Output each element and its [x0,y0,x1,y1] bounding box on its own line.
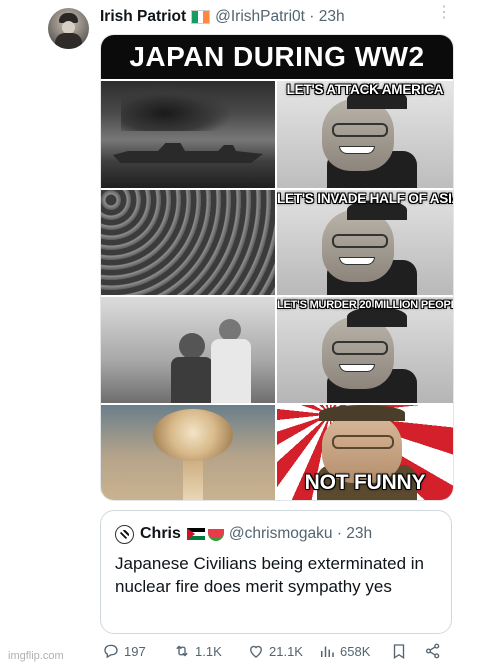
reply-button[interactable]: 197 [102,642,146,660]
like-button[interactable]: 21.1K [247,642,303,660]
smile-shape [339,257,375,265]
execution-panel [101,297,275,403]
soldiers-panel [101,190,275,295]
irish-flag-icon [191,10,211,24]
repost-count: 1.1K [195,643,222,659]
meme-title: JAPAN DURING WW2 [101,35,453,79]
tweet-actions: 197 1.1K 21.1K 658K [100,642,452,664]
emperor-panel-1: LET'S ATTACK AMERICA [277,81,453,188]
quoted-tweet-header: Chris @chrismogaku · 23h [140,522,372,546]
palestine-flag-icon [186,528,205,540]
views-button[interactable]: 658K [318,642,370,660]
bookmark-button[interactable] [390,642,412,660]
figure-head-2 [219,319,241,341]
repost-button[interactable]: 1.1K [173,642,222,660]
heart-icon [250,645,262,658]
meme-image[interactable]: JAPAN DURING WW2 LET'S ATTACK AMERICA LE… [100,34,454,501]
quoted-tweet[interactable]: Chris @chrismogaku · 23h Japanese Civili… [100,510,452,634]
caption-invade-asia: LET'S INVADE HALF OF ASIA [277,191,453,206]
quoted-author-name[interactable]: Chris [140,525,181,543]
figure-body-2 [211,339,251,403]
caption-attack-america: LET'S ATTACK AMERICA [286,82,444,97]
mushroom-cloud-panel [101,405,275,500]
figure-body [171,357,213,403]
avatar-coat [55,33,82,49]
smile-shape [339,364,375,372]
imgflip-watermark: imgflip.com [8,650,64,662]
author-avatar[interactable] [48,8,89,49]
glasses-shape [332,123,388,137]
caption-not-funny: NOT FUNNY [304,471,426,494]
share-icon [425,643,440,659]
glasses-shape [332,435,394,449]
author-handle-time[interactable]: @IrishPatri0t · 23h [215,8,344,26]
reply-icon [104,644,118,659]
smile-shape [339,146,375,154]
author-name[interactable]: Irish Patriot [100,8,186,26]
not-funny-panel: NOT FUNNY [277,405,453,500]
watermelon-icon [207,529,224,541]
tweet-header: Irish Patriot @IrishPatri0t · 23h [100,6,345,28]
cap-shape [319,405,405,421]
like-count: 21.1K [269,643,303,659]
glasses-shape [332,234,388,248]
figure-head [179,333,205,359]
caption-murder-millions: LET'S MURDER 20 MILLION PEOPLE [277,299,453,311]
bookmark-icon [393,644,405,660]
share-button[interactable] [424,642,446,660]
quoted-tweet-text: Japanese Civilians being exterminated in… [115,554,425,596]
smoke-shape [121,86,231,131]
repost-icon [176,645,188,657]
reply-count: 197 [124,643,146,659]
emperor-panel-3: LET'S MURDER 20 MILLION PEOPLE [277,297,453,403]
quoted-author-handle-time[interactable]: @chrismogaku · 23h [229,525,372,543]
emperor-panel-2: LET'S INVADE HALF OF ASIA [277,190,453,295]
warship-shape [113,143,263,163]
views-count: 658K [340,643,371,659]
more-options-icon[interactable]: ⋮ [436,5,452,21]
glasses-shape [332,341,388,355]
quoted-author-avatar[interactable] [115,525,134,544]
warship-panel [101,81,275,188]
views-chart-icon [321,646,334,657]
mushroom-cloud [153,409,233,461]
